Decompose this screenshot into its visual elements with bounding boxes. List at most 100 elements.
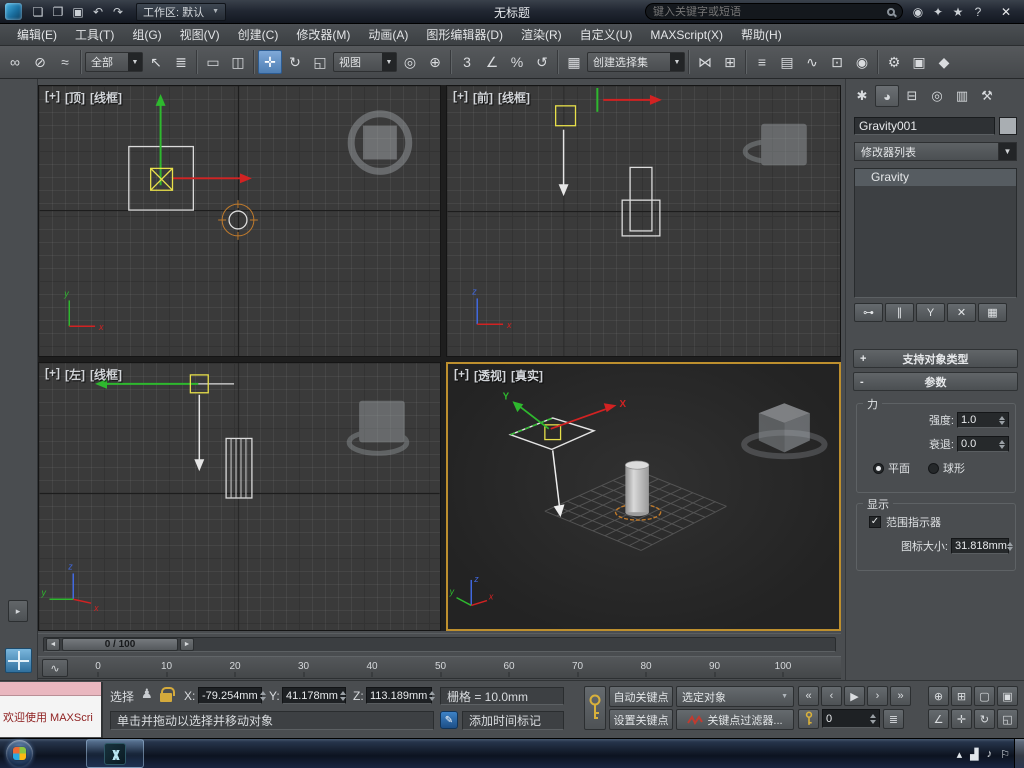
select-and-scale-icon[interactable]: ◱ — [308, 50, 332, 74]
hidden-icons-icon[interactable]: ▴ — [957, 748, 963, 761]
bind-to-space-warp-icon[interactable]: ≈ — [53, 50, 77, 74]
rollout-parameters[interactable]: - 参数 — [853, 372, 1018, 391]
selection-filter-dropdown[interactable]: 全部 ▼ — [85, 52, 143, 72]
menu-tools[interactable]: 工具(T) — [66, 24, 123, 46]
planar-radio[interactable]: 平面 — [873, 460, 910, 476]
viewport-shading-top[interactable]: [线框] — [90, 89, 122, 106]
menu-views[interactable]: 视图(V) — [171, 24, 229, 46]
timeline-ruler[interactable]: ∿ 0 10 20 30 40 50 60 70 80 90 100 — [38, 656, 841, 679]
pan-icon[interactable]: ✛ — [951, 709, 972, 729]
viewport-perspective[interactable]: [+] [透视] [真实] Y X z y x — [446, 362, 841, 631]
strength-field[interactable]: 1.0 — [957, 412, 1009, 428]
rollout-collapse-icon[interactable]: - — [860, 376, 864, 388]
show-desktop-button[interactable] — [1014, 739, 1024, 768]
key-mode-toggle[interactable] — [798, 709, 819, 729]
go-to-end-icon[interactable]: » — [890, 686, 911, 706]
spinner-icon[interactable] — [339, 690, 346, 701]
move-gizmo[interactable]: Y X — [503, 391, 627, 430]
viewport-layout-preset-button[interactable] — [5, 648, 32, 673]
viewcube[interactable] — [742, 123, 807, 166]
z-coord-field[interactable]: 113.189mm — [366, 687, 436, 704]
viewcube[interactable] — [741, 403, 828, 460]
save-file-icon[interactable]: ▣ — [68, 3, 88, 21]
chevron-down-icon[interactable]: ▼ — [670, 53, 684, 71]
maxscript-mini-listener[interactable]: 欢迎使用 MAXScri — [0, 682, 103, 738]
go-to-start-icon[interactable]: « — [798, 686, 819, 706]
show-end-result-icon[interactable]: ∥ — [885, 303, 914, 322]
x-coord-field[interactable]: -79.254mm — [198, 687, 266, 704]
hierarchy-tab[interactable]: ⊟ — [900, 85, 924, 107]
listener-pane[interactable]: 欢迎使用 MAXScri — [0, 696, 101, 737]
gravity-icon-front[interactable] — [558, 129, 569, 197]
viewcube[interactable] — [347, 110, 413, 175]
search-input[interactable] — [653, 5, 882, 18]
viewport-left[interactable]: [+] [左] [线框] z y x — [38, 362, 441, 631]
cylinder-object[interactable] — [624, 460, 650, 517]
object-name-field[interactable] — [854, 117, 995, 135]
taskbar-3dsmax-button[interactable] — [86, 739, 144, 768]
cylinder-front-view[interactable] — [629, 166, 653, 232]
maximize-viewport-icon[interactable]: ◱ — [997, 709, 1018, 729]
action-center-icon[interactable]: ⚐ — [1000, 748, 1010, 761]
current-frame-field[interactable]: 0 — [822, 709, 880, 728]
chevron-down-icon[interactable]: ▼ — [128, 53, 142, 71]
zoom-extents-icon[interactable]: ▢ — [974, 686, 995, 706]
select-and-link-icon[interactable]: ∞ — [3, 50, 27, 74]
modify-tab[interactable]: ◕ — [875, 85, 899, 107]
rollout-supports-object-type[interactable]: + 支持对象类型 — [853, 349, 1018, 368]
select-by-name-icon[interactable]: ≣ — [169, 50, 193, 74]
redo-icon[interactable]: ↷ — [108, 3, 128, 21]
viewport-menu-plus[interactable]: [+] — [453, 89, 468, 106]
viewport-name-top[interactable]: [顶] — [65, 89, 85, 106]
workspace-dropdown[interactable]: 工作区: 默认 ▼ — [136, 2, 227, 21]
spinner-icon[interactable] — [870, 713, 876, 724]
volume-icon[interactable]: ♪ — [987, 748, 993, 760]
utilities-tab[interactable]: ⚒ — [975, 85, 999, 107]
snaps-toggle-icon[interactable]: 3 — [455, 50, 479, 74]
time-configuration-button[interactable]: ≣ — [883, 709, 904, 729]
start-button[interactable] — [6, 740, 33, 767]
3dsmax-logo[interactable] — [5, 3, 22, 20]
range-indicator-checkbox[interactable]: ✓ 范围指示器 — [869, 514, 1015, 530]
selection-lock-icon[interactable] — [160, 687, 175, 702]
viewport-persp-canvas[interactable]: Y X z y x — [448, 364, 839, 629]
next-frame-icon[interactable]: › — [867, 686, 888, 706]
close-button[interactable]: ✕ — [993, 3, 1019, 21]
spinner-icon[interactable] — [259, 690, 266, 701]
angle-snap-icon[interactable]: ∠ — [480, 50, 504, 74]
render-setup-icon[interactable]: ⚙ — [882, 50, 906, 74]
rollout-expand-icon[interactable]: + — [860, 353, 866, 365]
rendered-frame-icon[interactable]: ▣ — [907, 50, 931, 74]
gravity-space-warp[interactable] — [508, 417, 597, 518]
layout-flyout-button[interactable]: ▸ — [8, 600, 28, 622]
viewport-left-canvas[interactable]: z y x — [39, 363, 440, 630]
sign-in-icon[interactable]: ◉ — [908, 3, 928, 21]
viewport-shading-persp[interactable]: [真实] — [511, 367, 543, 384]
named-selection-sets-dropdown[interactable]: 创建选择集 ▼ — [587, 52, 685, 72]
spinner-icon[interactable] — [999, 439, 1005, 449]
gizmo-plane-handle[interactable] — [555, 105, 577, 127]
chevron-down-icon[interactable]: ▼ — [999, 142, 1017, 161]
material-editor-icon[interactable]: ◉ — [850, 50, 874, 74]
orbit-icon[interactable]: ↻ — [974, 709, 995, 729]
zoom-extents-all-icon[interactable]: ▣ — [997, 686, 1018, 706]
modifier-stack-list[interactable]: Gravity — [854, 168, 1017, 298]
viewport-shading-left[interactable]: [线框] — [90, 366, 122, 383]
viewport-front[interactable]: [+] [前] [线框] z x — [446, 85, 841, 357]
menu-animation[interactable]: 动画(A) — [359, 24, 417, 46]
favorites-star-icon[interactable]: ★ — [948, 3, 968, 21]
key-filters-button[interactable]: 关键点过滤器... — [676, 709, 794, 730]
key-icon[interactable]: ✦ — [928, 3, 948, 21]
zoom-all-icon[interactable]: ⊞ — [951, 686, 972, 706]
chevron-down-icon[interactable]: ▼ — [382, 53, 396, 71]
undo-icon[interactable]: ↶ — [88, 3, 108, 21]
viewport-menu-plus[interactable]: [+] — [45, 89, 60, 106]
reference-coordinate-dropdown[interactable]: 视图 ▼ — [333, 52, 397, 72]
use-pivot-point-icon[interactable]: ◎ — [398, 50, 422, 74]
isolate-selection-icon[interactable]: ♟ — [141, 686, 153, 702]
selected-filter-dropdown[interactable]: 选定对象 ▼ — [676, 686, 794, 707]
time-slider-track[interactable]: ◄ 0 / 100 ► — [43, 636, 836, 652]
viewport-menu-plus[interactable]: [+] — [45, 366, 60, 383]
menu-group[interactable]: 组(G) — [123, 24, 170, 46]
menu-create[interactable]: 创建(C) — [229, 24, 288, 46]
